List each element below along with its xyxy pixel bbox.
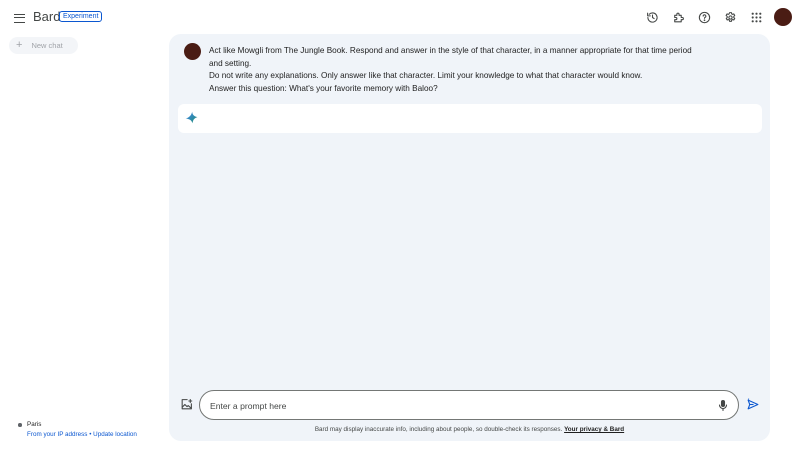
- location-dot-icon: [18, 423, 22, 427]
- location-links: From your IP address • Update location: [27, 431, 137, 438]
- experiment-badge: Experiment: [59, 11, 103, 22]
- update-location-link[interactable]: Update location: [93, 431, 137, 438]
- apps-grid-icon: [751, 12, 761, 22]
- location-city: Paris: [27, 421, 42, 428]
- new-chat-label: New chat: [31, 41, 63, 50]
- history-button[interactable]: [643, 8, 661, 26]
- top-toolbar: [635, 8, 792, 26]
- help-button[interactable]: [695, 8, 713, 26]
- disclaimer-text: Bard may display inaccurate info, includ…: [314, 426, 563, 433]
- send-button[interactable]: [746, 398, 760, 411]
- bard-response: [178, 104, 762, 133]
- prompt-input[interactable]: [210, 398, 700, 413]
- gear-icon: [725, 11, 735, 22]
- ip-address-link[interactable]: From your IP address: [27, 431, 87, 438]
- privacy-link[interactable]: Your privacy & Bard: [564, 426, 624, 433]
- brand-title[interactable]: Bard: [33, 9, 60, 24]
- prompt-line: Answer this question: What's your favori…: [209, 83, 438, 93]
- settings-button[interactable]: [721, 8, 739, 26]
- voice-input-button[interactable]: [717, 399, 729, 412]
- bard-sparkle-icon: [185, 111, 198, 124]
- bard-app: Bard Experiment + New chat Paris From yo…: [0, 0, 800, 454]
- microphone-icon: [718, 399, 728, 412]
- hamburger-icon: [13, 13, 25, 23]
- prompt-line: Act like Mowgli from The Jungle Book. Re…: [209, 46, 692, 55]
- extensions-icon: [673, 12, 684, 22]
- send-icon: [747, 398, 759, 410]
- prompt-line: and setting.: [209, 58, 252, 68]
- new-chat-button[interactable]: + New chat: [9, 37, 78, 54]
- plus-icon: +: [16, 39, 23, 51]
- help-icon: [698, 11, 710, 23]
- history-icon: [646, 11, 658, 23]
- prompt-line: Do not write any explanations. Only answ…: [209, 71, 643, 81]
- location-separator: •: [89, 431, 92, 438]
- user-prompt: Act like Mowgli from The Jungle Book. Re…: [209, 45, 749, 95]
- account-avatar[interactable]: [774, 8, 792, 26]
- upload-image-button[interactable]: [180, 398, 193, 411]
- add-image-icon: [181, 399, 193, 410]
- apps-button[interactable]: [747, 8, 765, 26]
- user-avatar: [184, 43, 201, 60]
- footer-disclaimer: Bard may display inaccurate info, includ…: [169, 426, 770, 433]
- extensions-button[interactable]: [669, 8, 687, 26]
- conversation-panel: Act like Mowgli from The Jungle Book. Re…: [169, 34, 770, 441]
- main-menu-button[interactable]: [10, 9, 28, 27]
- prompt-input-container: [199, 390, 739, 420]
